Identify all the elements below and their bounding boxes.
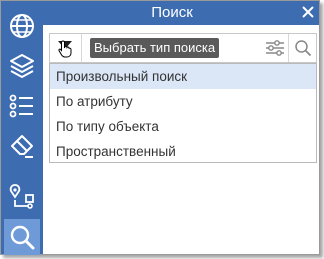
close-icon[interactable] <box>300 4 316 20</box>
sidebar-item-routes[interactable] <box>4 178 40 214</box>
sidebar-item-edit[interactable] <box>4 128 40 164</box>
dropdown-option-spatial[interactable]: Пространственный <box>50 139 316 164</box>
dropdown-option-by-object-type[interactable]: По типу объекта <box>50 114 316 139</box>
eraser-icon <box>11 135 33 158</box>
search-type-button[interactable] <box>50 34 82 62</box>
search-panel: Поиск Выбрать тип поиска Произвольный по… <box>0 0 320 255</box>
sidebar-item-legend[interactable] <box>4 88 40 124</box>
filter-button[interactable] <box>261 34 289 62</box>
sidebar <box>1 1 43 255</box>
sliders-icon <box>266 40 284 56</box>
route-icon <box>9 184 34 209</box>
search-button[interactable] <box>288 34 316 62</box>
search-type-tooltip: Выбрать тип поиска <box>90 38 220 58</box>
dropdown-option-free-search[interactable]: Произвольный поиск <box>50 64 316 89</box>
globe-icon <box>10 14 34 38</box>
sidebar-item-search[interactable] <box>4 219 40 255</box>
magnifier-icon <box>294 40 311 57</box>
title-bar: Поиск <box>43 1 319 25</box>
list-icon <box>9 94 33 118</box>
panel-title: Поиск <box>151 4 193 21</box>
search-type-dropdown: Произвольный поиск По атрибуту По типу о… <box>49 63 317 163</box>
hand-cursor-icon <box>58 40 72 58</box>
search-bar: Выбрать тип поиска <box>49 33 317 63</box>
layers-icon <box>10 54 34 78</box>
sidebar-item-layers[interactable] <box>4 48 40 84</box>
dropdown-option-by-attribute[interactable]: По атрибуту <box>50 89 316 114</box>
sidebar-item-map[interactable] <box>4 8 40 44</box>
search-icon <box>10 225 35 250</box>
